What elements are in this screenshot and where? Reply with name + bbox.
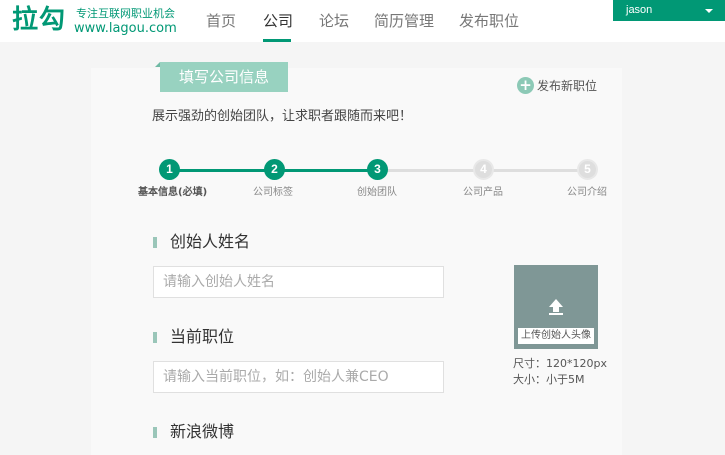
- logo-url: www.lagou.com: [74, 21, 177, 36]
- user-menu[interactable]: jason: [613, 0, 725, 21]
- publish-new-job-label: 发布新职位: [537, 79, 598, 93]
- step-1-circle: 1: [159, 159, 180, 180]
- nav-active-indicator: [263, 39, 291, 42]
- step-3-circle: 3: [367, 159, 388, 180]
- upload-icon: [549, 299, 563, 315]
- step-5-label: 公司介绍: [567, 187, 607, 198]
- step-4-label: 公司产品: [463, 187, 503, 198]
- step-3-label: 创始团队: [357, 187, 397, 198]
- form-panel: [91, 68, 622, 455]
- founder-name-input[interactable]: [153, 266, 444, 298]
- field-marker: [153, 332, 157, 343]
- founder-name-label: 创始人姓名: [170, 232, 251, 251]
- avatar-filesize-note: 大小：小于5M: [513, 373, 585, 386]
- top-header: 拉勾 专注互联网职业机会 www.lagou.com 首页 公司 论坛 简历管理…: [0, 0, 725, 42]
- step-2-circle: 2: [264, 159, 285, 180]
- chevron-down-icon: [705, 9, 713, 13]
- logo[interactable]: 拉勾: [12, 4, 66, 36]
- upload-avatar-label: 上传创始人头像: [518, 328, 594, 344]
- field-marker: [153, 237, 157, 248]
- intro-text: 展示强劲的创始团队，让求职者跟随而来吧！: [152, 109, 413, 124]
- step-4-circle: 4: [473, 159, 494, 180]
- avatar-size-note: 尺寸：120*120px: [513, 357, 607, 370]
- nav-post-job[interactable]: 发布职位: [459, 11, 519, 31]
- position-input[interactable]: [153, 361, 444, 393]
- nav-forum[interactable]: 论坛: [319, 11, 349, 31]
- field-marker: [153, 427, 157, 438]
- user-name: jason: [626, 4, 653, 16]
- logo-slogan: 专注互联网职业机会: [76, 7, 175, 20]
- position-label: 当前职位: [170, 327, 235, 346]
- step-2-label: 公司标签: [253, 187, 293, 198]
- page-title: 填写公司信息: [160, 62, 288, 92]
- nav-resume[interactable]: 简历管理: [374, 11, 434, 31]
- weibo-label: 新浪微博: [170, 422, 235, 441]
- nav-home[interactable]: 首页: [206, 11, 236, 31]
- step-1-label: 基本信息(必填): [138, 187, 208, 198]
- plus-icon: +: [517, 77, 534, 94]
- avatar-upload-button[interactable]: 上传创始人头像: [514, 265, 598, 349]
- nav-company[interactable]: 公司: [263, 11, 293, 31]
- step-5-circle: 5: [577, 159, 598, 180]
